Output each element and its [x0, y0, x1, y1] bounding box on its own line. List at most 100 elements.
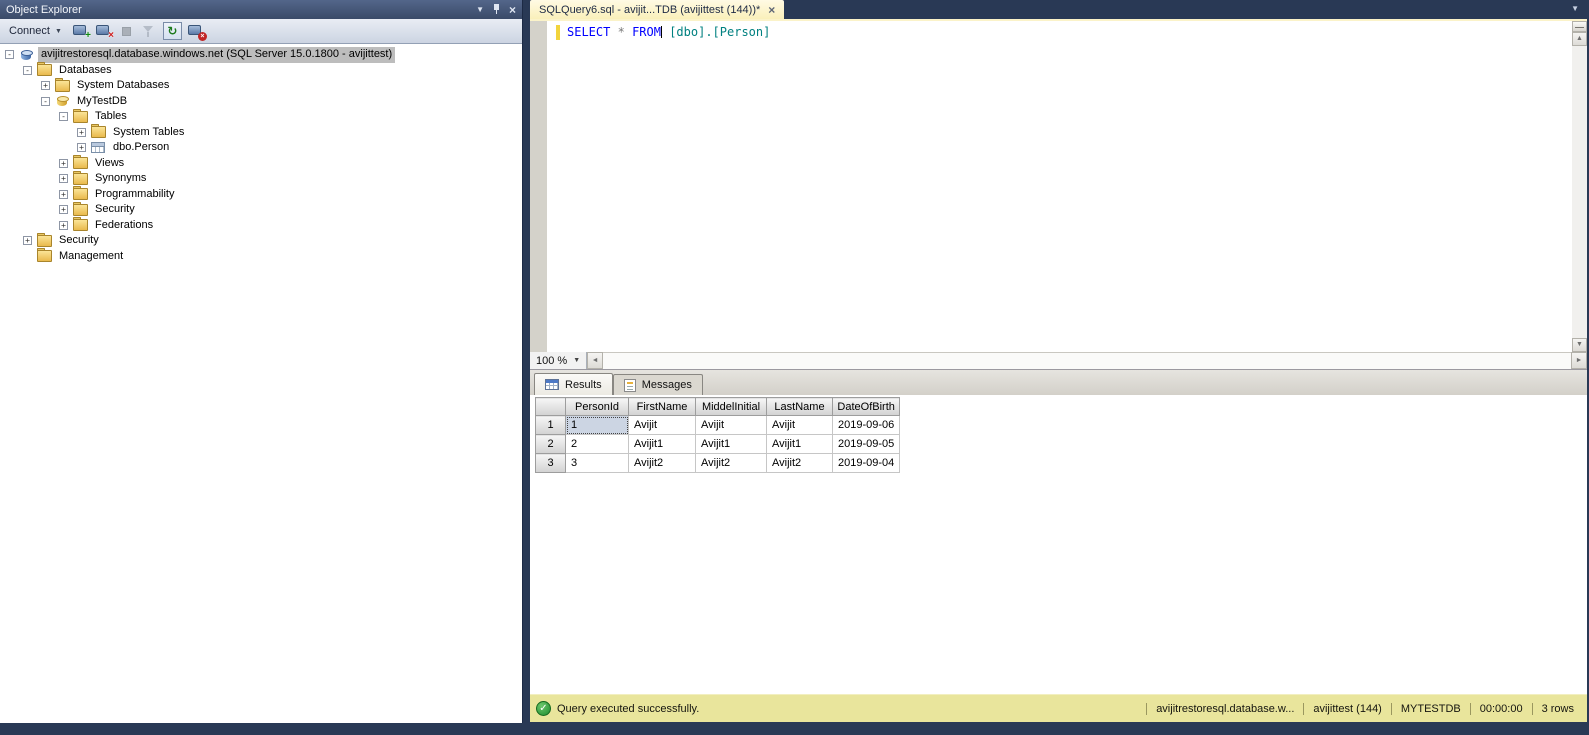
scroll-down-icon[interactable]: ▼: [1572, 338, 1587, 352]
grid-cell[interactable]: Avijit2: [629, 454, 696, 473]
grid-cell[interactable]: Avijit1: [767, 435, 833, 454]
column-header[interactable]: PersonId: [566, 398, 629, 416]
grid-cell[interactable]: Avijit2: [767, 454, 833, 473]
object-explorer-panel: Object Explorer ▼ × Connect ▼ + × ↻ × - …: [0, 0, 523, 723]
table-row: 1 1 Avijit Avijit Avijit 2019-09-06: [536, 416, 900, 435]
status-server: avijitrestoresql.database.w...: [1146, 703, 1303, 715]
editor-indicator-margin: [530, 21, 547, 352]
results-grid: PersonId FirstName MiddelInitial LastNam…: [535, 397, 900, 473]
database-icon: [55, 95, 69, 107]
object-explorer-titlebar[interactable]: Object Explorer ▼ ×: [0, 0, 522, 19]
column-header[interactable]: FirstName: [629, 398, 696, 416]
folder-icon: [73, 188, 87, 200]
tree-item-db-security[interactable]: + Security: [0, 202, 522, 218]
filter-icon[interactable]: [142, 25, 155, 38]
folder-icon: [37, 250, 51, 262]
tree-item-programmability[interactable]: + Programmability: [0, 187, 522, 203]
scroll-up-icon[interactable]: ▲: [1572, 32, 1587, 46]
tree-item-tables[interactable]: - Tables: [0, 109, 522, 125]
row-header[interactable]: 1: [536, 416, 566, 435]
editor-vertical-scrollbar[interactable]: ▲ ▼: [1572, 21, 1587, 352]
column-header[interactable]: LastName: [767, 398, 833, 416]
document-area: SQLQuery6.sql - avijit...TDB (avijittest…: [530, 0, 1587, 723]
tab-sqlquery6[interactable]: SQLQuery6.sql - avijit...TDB (avijittest…: [530, 0, 784, 19]
success-check-icon: ✓: [536, 701, 551, 716]
sql-code-line[interactable]: SELECT * FROM [dbo].[Person]: [567, 25, 770, 40]
grid-cell[interactable]: Avijit: [767, 416, 833, 435]
expand-icon[interactable]: +: [59, 221, 68, 230]
tree-item-server[interactable]: - avijitrestoresql.database.windows.net …: [0, 47, 522, 63]
zoom-level-value: 100 %: [536, 355, 567, 367]
grid-cell[interactable]: 2019-09-06: [833, 416, 900, 435]
tree-item-system-databases[interactable]: + System Databases: [0, 78, 522, 94]
grid-cell[interactable]: 2: [566, 435, 629, 454]
expand-icon[interactable]: +: [77, 143, 86, 152]
refresh-icon[interactable]: ↻: [163, 22, 182, 40]
status-user: avijittest (144): [1303, 703, 1390, 715]
zoom-level-dropdown[interactable]: 100 % ▼: [530, 352, 587, 369]
editor-split-handle[interactable]: [1572, 21, 1587, 32]
column-header[interactable]: MiddelInitial: [696, 398, 767, 416]
connect-server-icon[interactable]: +: [73, 24, 90, 39]
pin-icon[interactable]: [493, 4, 500, 15]
tree-item-system-tables[interactable]: + System Tables: [0, 125, 522, 141]
tree-item-management[interactable]: Management: [0, 249, 522, 265]
tree-item-synonyms[interactable]: + Synonyms: [0, 171, 522, 187]
tree-item-views[interactable]: + Views: [0, 156, 522, 172]
server-icon: [19, 49, 33, 61]
grid-corner-cell[interactable]: [536, 398, 566, 416]
tab-messages[interactable]: Messages: [613, 374, 703, 395]
grid-cell[interactable]: Avijit: [696, 416, 767, 435]
grid-cell[interactable]: 2019-09-04: [833, 454, 900, 473]
row-header[interactable]: 3: [536, 454, 566, 473]
grid-cell-selected[interactable]: 1: [566, 416, 629, 435]
collapse-icon[interactable]: -: [41, 97, 50, 106]
expand-icon[interactable]: +: [59, 190, 68, 199]
folder-icon: [73, 157, 87, 169]
scroll-left-icon[interactable]: ◄: [587, 352, 603, 369]
table-row: 2 2 Avijit1 Avijit1 Avijit1 2019-09-05: [536, 435, 900, 454]
scroll-right-icon[interactable]: ►: [1571, 352, 1587, 369]
collapse-icon[interactable]: -: [23, 66, 32, 75]
disconnect-server-icon[interactable]: ×: [96, 24, 113, 39]
grid-header-row: PersonId FirstName MiddelInitial LastNam…: [536, 398, 900, 416]
expand-icon[interactable]: +: [23, 236, 32, 245]
horizontal-scrollbar-track[interactable]: [603, 352, 1571, 369]
folder-icon: [73, 204, 87, 216]
collapse-icon[interactable]: -: [5, 50, 14, 59]
connect-button[interactable]: Connect ▼: [4, 23, 67, 39]
document-list-chevron-icon[interactable]: ▼: [1571, 4, 1579, 13]
tree-item-databases[interactable]: - Databases: [0, 63, 522, 79]
close-icon[interactable]: ×: [768, 4, 775, 16]
expand-icon[interactable]: +: [41, 81, 50, 90]
grid-cell[interactable]: Avijit1: [696, 435, 767, 454]
expand-icon[interactable]: +: [59, 205, 68, 214]
expand-icon[interactable]: +: [59, 174, 68, 183]
object-explorer-toolbar: Connect ▼ + × ↻ ×: [0, 19, 522, 44]
collapse-icon[interactable]: -: [59, 112, 68, 121]
tree-item-dbo-person[interactable]: + dbo.Person: [0, 140, 522, 156]
results-pane: Results Messages PersonId FirstName Midd…: [530, 369, 1587, 694]
sql-operator: *: [618, 25, 625, 39]
grid-cell[interactable]: Avijit1: [629, 435, 696, 454]
column-header[interactable]: DateOfBirth: [833, 398, 900, 416]
folder-icon: [55, 80, 69, 92]
tab-results[interactable]: Results: [534, 373, 613, 395]
tree-item-federations[interactable]: + Federations: [0, 218, 522, 234]
window-position-icon[interactable]: ▼: [476, 6, 484, 14]
grid-cell[interactable]: 3: [566, 454, 629, 473]
grid-cell[interactable]: Avijit: [629, 416, 696, 435]
status-duration: 00:00:00: [1470, 703, 1532, 715]
stop-icon: [122, 27, 131, 36]
expand-icon[interactable]: +: [59, 159, 68, 168]
sql-editor[interactable]: SELECT * FROM [dbo].[Person] ▲ ▼: [530, 19, 1587, 352]
tree-item-mytestdb[interactable]: - MyTestDB: [0, 94, 522, 110]
expand-icon[interactable]: +: [77, 128, 86, 137]
remove-connection-icon[interactable]: ×: [188, 24, 205, 39]
object-explorer-title: Object Explorer: [6, 4, 476, 16]
close-icon[interactable]: ×: [509, 4, 516, 16]
row-header[interactable]: 2: [536, 435, 566, 454]
tree-item-server-security[interactable]: + Security: [0, 233, 522, 249]
grid-cell[interactable]: 2019-09-05: [833, 435, 900, 454]
grid-cell[interactable]: Avijit2: [696, 454, 767, 473]
